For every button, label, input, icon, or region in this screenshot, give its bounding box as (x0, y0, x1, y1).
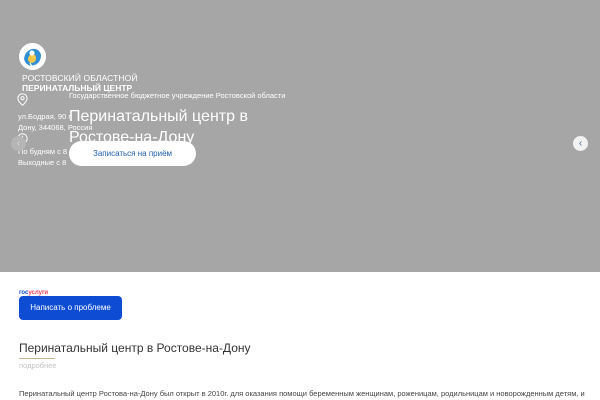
hero-subtitle: Государственное бюджетное учреждение Рос… (69, 91, 286, 100)
map-pin-icon (17, 93, 28, 106)
hero-banner: РОСТОВСКИЙ ОБЛАСТНОЙ ПЕРИНАТАЛЬНЫЙ ЦЕНТР… (0, 0, 600, 272)
chevron-right-icon[interactable]: ‹ (573, 136, 588, 151)
address-line: ул.Бодрая, 90 г. (18, 112, 73, 121)
more-link[interactable]: подробнее (19, 361, 57, 370)
report-problem-button[interactable]: Написать о проблеме (19, 296, 122, 320)
address: ул.Бодрая, 90 г. Дону, 344068, Россия (18, 111, 98, 133)
section-text: Перинатальный центр Ростова-на-Дону был … (19, 389, 585, 398)
title-underline (19, 358, 55, 359)
book-appointment-button[interactable]: Записаться на приём (69, 141, 196, 166)
chevron-left-icon[interactable]: ‹ (11, 136, 26, 151)
logo-icon[interactable] (19, 43, 46, 70)
section-title: Перинатальный центр в Ростове-на-Дону (19, 341, 251, 355)
org-name: РОСТОВСКИЙ ОБЛАСТНОЙ (22, 73, 138, 83)
address-line: Дону, 344068, Россия (18, 123, 93, 132)
